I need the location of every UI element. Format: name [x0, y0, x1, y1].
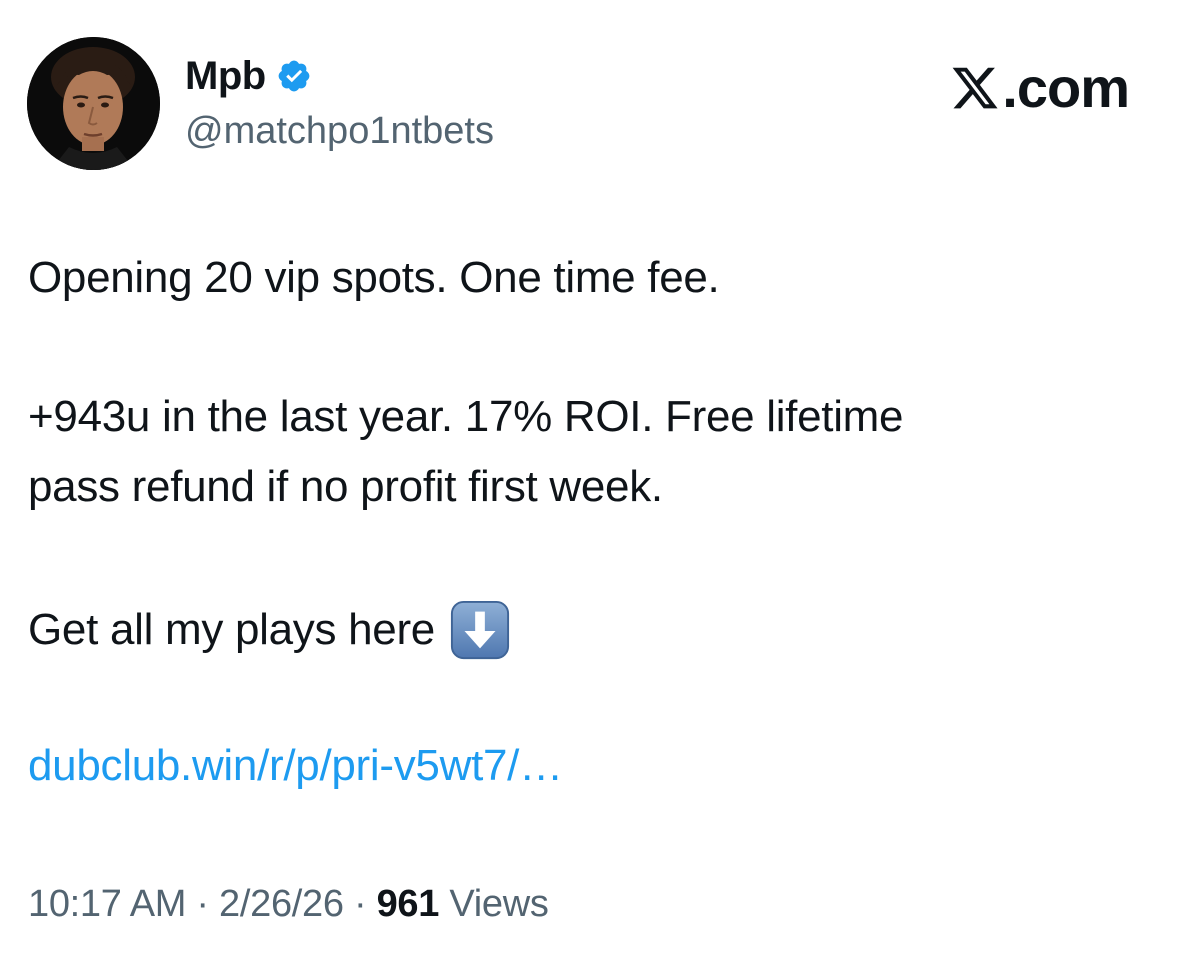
avatar[interactable] — [27, 37, 160, 170]
meta-separator: · — [186, 883, 220, 925]
views-label: Views — [449, 883, 549, 925]
tweet-date[interactable]: 2/26/26 — [219, 883, 344, 925]
author-name-row: Mpb — [185, 52, 312, 100]
tweet-text-line: pass refund if no profit first week. — [28, 462, 663, 511]
display-name[interactable]: Mpb — [185, 52, 266, 100]
site-logo: .com — [950, 54, 1130, 122]
cta-text: Get all my plays here — [28, 605, 435, 654]
tweet-text-line: +943u in the last year. 17% ROI. Free li… — [28, 392, 904, 441]
tweet-meta: 10:17 AM · 2/26/26 · 961 Views — [28, 880, 549, 928]
views-count: 961 — [376, 883, 440, 925]
author-handle[interactable]: @matchpo1ntbets — [185, 108, 494, 154]
tweet-card: Mpb @matchpo1ntbets .com Opening 20 vip … — [0, 0, 1179, 961]
down-arrow-emoji-icon — [450, 600, 510, 660]
tweet-link[interactable]: dubclub.win/r/p/pri-v5wt7/… — [28, 738, 563, 794]
tweet-text-line-cta: Get all my plays here — [28, 599, 511, 661]
tweet-time[interactable]: 10:17 AM — [28, 883, 186, 925]
tweet-text-line: Opening 20 vip spots. One time fee. — [28, 253, 720, 302]
verified-badge-icon — [278, 60, 310, 92]
x-logo-icon — [952, 67, 998, 109]
logo-text: .com — [1002, 56, 1130, 119]
meta-separator: · — [343, 883, 377, 925]
avatar-portrait-icon — [27, 37, 160, 170]
